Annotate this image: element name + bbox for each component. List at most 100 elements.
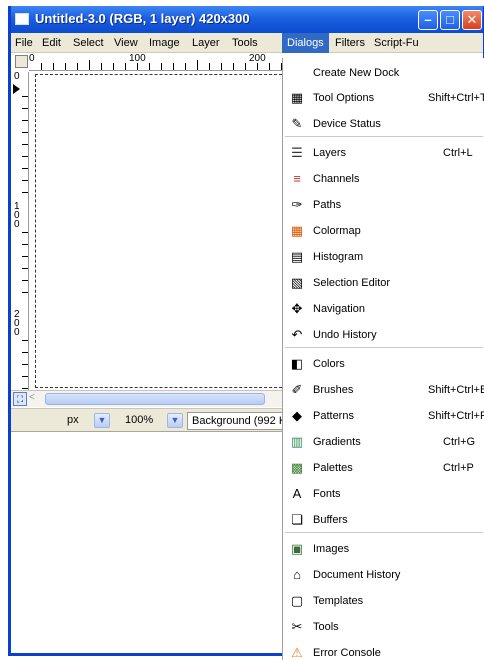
menu-item-label: Gradients <box>313 436 361 448</box>
menu-item-label: Brushes <box>313 384 354 396</box>
menu-layer[interactable]: Layer <box>192 37 220 49</box>
ruler-tick <box>22 144 28 145</box>
window-title: Untitled-3.0 (RGB, 1 layer) 420x300 <box>35 11 250 26</box>
ruler-tick <box>22 268 28 269</box>
menu-item-label: Navigation <box>313 303 365 315</box>
scroll-left-arrow-icon[interactable]: < <box>29 392 43 406</box>
menu-item-label: Undo History <box>313 329 377 341</box>
title-bar[interactable]: Untitled-3.0 (RGB, 1 layer) 420x300 – □ … <box>11 6 483 33</box>
menu-item-create-new-dock[interactable]: Create New Dock <box>283 60 484 86</box>
menu-select[interactable]: Select <box>73 37 104 49</box>
menu-item-label: Document History <box>313 569 401 581</box>
ruler-tick <box>137 63 138 70</box>
ruler-tick <box>22 232 28 233</box>
menu-image[interactable]: Image <box>149 37 180 49</box>
menu-item-fonts[interactable]: A Fonts <box>283 481 484 507</box>
menu-item-colormap[interactable]: ▦ Colormap <box>283 218 484 244</box>
menu-item-label: Channels <box>313 173 360 185</box>
menu-view[interactable]: View <box>114 37 138 49</box>
menu-item-channels[interactable]: ≡ Channels <box>283 166 484 192</box>
menu-item-label: Palettes <box>313 462 353 474</box>
ruler-tick <box>113 63 114 70</box>
ruler-tick <box>22 192 28 193</box>
navigation-icon: ✥ <box>291 301 303 316</box>
ruler-tick <box>22 388 28 389</box>
maximize-button[interactable]: □ <box>440 10 460 30</box>
ruler-tick <box>245 63 246 70</box>
menu-item-label: Tool Options <box>313 92 375 104</box>
menu-item-error-console[interactable]: ⚠ Error Console <box>283 640 484 660</box>
menu-edit[interactable]: Edit <box>42 37 61 49</box>
blank-icon <box>289 65 305 81</box>
ruler-tick <box>257 63 258 70</box>
menu-item-shortcut: Ctrl+P <box>443 462 474 474</box>
scrollbar-thumb[interactable] <box>45 393 265 405</box>
menu-item-brushes[interactable]: ✐ Brushes Shift+Ctrl+B <box>283 377 484 403</box>
device-status-icon: ✎ <box>291 116 303 131</box>
chevron-down-icon[interactable]: ▼ <box>94 413 110 428</box>
image-canvas[interactable] <box>35 74 297 388</box>
chevron-down-icon[interactable]: ▼ <box>167 413 183 428</box>
menu-item-label: Fonts <box>313 488 341 500</box>
close-button[interactable]: ✕ <box>462 10 482 30</box>
menu-script-fu[interactable]: Script-Fu <box>374 37 419 49</box>
gradients-icon: ▥ <box>290 434 304 449</box>
menu-item-buffers[interactable]: ❏ Buffers <box>283 507 484 533</box>
vertical-ruler[interactable]: 0 1 0 0 2 0 0 <box>11 72 29 402</box>
quick-mask-toggle[interactable] <box>15 55 28 68</box>
layer-info-text: Background (992 KE <box>187 412 297 430</box>
menu-dialogs[interactable]: Dialogs <box>282 33 329 53</box>
menu-item-label: Layers <box>313 147 347 159</box>
menu-tools[interactable]: Tools <box>232 37 258 49</box>
fonts-icon: A <box>292 486 302 501</box>
brushes-icon: ✐ <box>291 382 303 397</box>
ruler-tick <box>101 63 102 70</box>
ruler-label: 1 0 0 <box>14 201 20 230</box>
ruler-tick <box>22 244 28 245</box>
menu-item-histogram[interactable]: ▤ Histogram <box>283 244 484 270</box>
menu-item-device-status[interactable]: ✎ Device Status <box>283 111 484 137</box>
menu-item-templates[interactable]: ▢ Templates <box>283 588 484 614</box>
ruler-tick <box>22 292 28 293</box>
minimize-button[interactable]: – <box>418 10 438 30</box>
menu-item-layers[interactable]: ☰ Layers Ctrl+L <box>283 140 484 166</box>
ruler-tick <box>22 96 28 97</box>
templates-icon: ▢ <box>290 593 304 608</box>
ruler-tick <box>173 63 174 70</box>
pointer-marker-icon <box>13 84 20 94</box>
undo-history-icon: ↶ <box>291 327 303 342</box>
paths-icon: ✑ <box>291 197 303 212</box>
menu-item-images[interactable]: ▣ Images <box>283 536 484 562</box>
menu-item-paths[interactable]: ✑ Paths <box>283 192 484 218</box>
menu-item-colors[interactable]: ◧ Colors <box>283 351 484 377</box>
menu-item-label: Patterns <box>313 410 354 422</box>
histogram-icon: ▤ <box>290 249 304 264</box>
ruler-tick <box>233 63 234 70</box>
menu-file[interactable]: File <box>15 37 33 49</box>
document-history-icon: ⌂ <box>293 567 301 582</box>
window-icon <box>15 13 29 25</box>
menu-item-shortcut: Ctrl+G <box>443 436 476 448</box>
menu-item-shortcut: Shift+Ctrl+B <box>428 384 484 396</box>
menu-item-patterns[interactable]: ◆ Patterns Shift+Ctrl+P <box>283 403 484 429</box>
menu-item-selection-editor[interactable]: ▧ Selection Editor <box>283 270 484 296</box>
ruler-label: 0 <box>29 53 35 64</box>
ruler-label: 0 <box>14 71 20 82</box>
menu-item-navigation[interactable]: ✥ Navigation <box>283 296 484 322</box>
menu-item-undo-history[interactable]: ↶ Undo History <box>283 322 484 348</box>
menu-filters[interactable]: Filters <box>335 37 365 49</box>
menu-item-label: Paths <box>313 199 342 211</box>
menu-item-label: Images <box>313 543 350 555</box>
ruler-tick <box>22 168 28 169</box>
ruler-tick <box>53 63 54 70</box>
menu-item-tool-options[interactable]: ▦ Tool Options Shift+Ctrl+T <box>283 85 484 111</box>
menu-item-gradients[interactable]: ▥ Gradients Ctrl+G <box>283 429 484 455</box>
navigate-icon[interactable]: ⛶ <box>13 392 27 406</box>
menu-item-tools[interactable]: ✂ Tools <box>283 614 484 640</box>
ruler-tick <box>22 340 28 341</box>
images-icon: ▣ <box>290 541 304 556</box>
ruler-tick <box>185 63 186 70</box>
menu-item-shortcut: Shift+Ctrl+P <box>428 410 484 422</box>
menu-item-palettes[interactable]: ▩ Palettes Ctrl+P <box>283 455 484 481</box>
menu-item-document-history[interactable]: ⌂ Document History <box>283 562 484 588</box>
